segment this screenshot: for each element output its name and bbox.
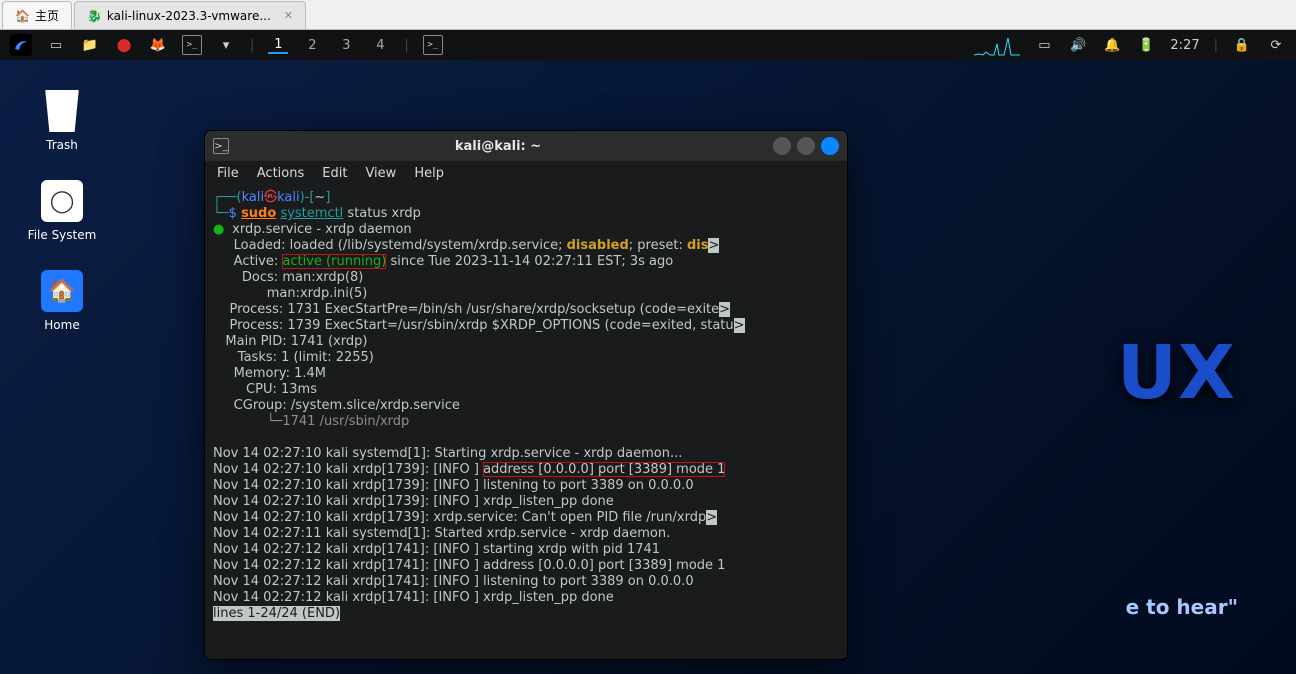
wallpaper-subtext: e to hear" [1126, 595, 1238, 619]
window-close-button[interactable] [821, 137, 839, 155]
loaded-val2: ; preset: [629, 238, 687, 253]
cmd-sudo: sudo [241, 206, 276, 221]
memory-line: Memory: 1.4M [213, 366, 326, 381]
log-2: Nov 14 02:27:10 kali xrdp[1739]: [INFO ]… [213, 478, 694, 493]
terminal-dropdown-icon[interactable]: ▾ [216, 35, 236, 55]
terminal-launcher-icon[interactable]: >_ [182, 35, 202, 55]
kali-desktop: ▭ 📁 ⬤ 🦊 >_ ▾ | 1 2 3 4 | >_ ▭ 🔊 🔔 🔋 2:27… [0, 30, 1296, 674]
workspace-4[interactable]: 4 [370, 38, 390, 53]
window-maximize-button[interactable] [797, 137, 815, 155]
loaded-disabled: disabled [567, 238, 629, 253]
file-manager-icon[interactable]: 📁 [80, 35, 100, 55]
log-1-highlight: address [0.0.0.0] port [3389] mode 1 [483, 462, 725, 477]
vmware-tab-kali[interactable]: 🐉 kali-linux-2023.3-vmware... ✕ [74, 1, 306, 29]
menu-help[interactable]: Help [414, 166, 444, 181]
terminal-menubar: File Actions Edit View Help [205, 161, 847, 186]
log-4: Nov 14 02:27:10 kali xrdp[1739]: xrdp.se… [213, 510, 706, 525]
firefox-icon[interactable]: 🦊 [148, 35, 168, 55]
status-dot: ● [213, 222, 224, 237]
terminal-window[interactable]: >_ kali@kali: ~ File Actions Edit View H… [204, 130, 848, 660]
terminal-body[interactable]: ┌──(kali㉿kali)-[~] └─$ sudo systemctl st… [205, 186, 847, 630]
log-5: Nov 14 02:27:11 kali systemd[1]: Started… [213, 526, 670, 541]
notifications-icon[interactable]: 🔔 [1102, 35, 1122, 55]
log-9: Nov 14 02:27:12 kali xrdp[1741]: [INFO ]… [213, 590, 614, 605]
vmware-tab-home[interactable]: 🏠 主页 [2, 1, 72, 29]
cpu-line: CPU: 13ms [213, 382, 317, 397]
panel-shortcut-1[interactable]: ▭ [46, 35, 66, 55]
panel-shortcut-red[interactable]: ⬤ [114, 35, 134, 55]
cgroup-child: └─1741 /usr/sbin/xrdp [213, 414, 409, 429]
workspace-1[interactable]: 1 [268, 37, 288, 54]
desktop-filesystem-label: File System [22, 228, 102, 242]
workspace-2[interactable]: 2 [302, 38, 322, 53]
docs-block: Docs: man:xrdp(8) man:xrdp.ini(5) [213, 270, 367, 301]
xfce-panel: ▭ 📁 ⬤ 🦊 >_ ▾ | 1 2 3 4 | >_ ▭ 🔊 🔔 🔋 2:27… [0, 30, 1296, 60]
log-8: Nov 14 02:27:12 kali xrdp[1741]: [INFO ]… [213, 574, 694, 589]
log-1a: Nov 14 02:27:10 kali xrdp[1739]: [INFO ] [213, 462, 483, 477]
prompt-sep: ㉿ [264, 190, 277, 205]
battery-icon[interactable]: 🔋 [1136, 35, 1156, 55]
home-folder-icon: 🏠 [41, 270, 83, 312]
disk-icon: ◯ [41, 180, 83, 222]
workspace-3[interactable]: 3 [336, 38, 356, 53]
trash-icon [41, 90, 83, 132]
vmware-tab-kali-label: kali-linux-2023.3-vmware... [107, 9, 271, 23]
running-terminal-icon[interactable]: >_ [423, 35, 443, 55]
menu-edit[interactable]: Edit [322, 166, 347, 181]
menu-view[interactable]: View [365, 166, 396, 181]
main-pid: Main PID: 1741 (xrdp) [213, 334, 367, 349]
desktop-home[interactable]: 🏠 Home [22, 270, 102, 332]
desktop-filesystem[interactable]: ◯ File System [22, 180, 102, 242]
process-1: Process: 1731 ExecStartPre=/bin/sh /usr/… [213, 302, 719, 317]
lock-icon[interactable]: 🔒 [1232, 35, 1252, 55]
desktop-home-label: Home [22, 318, 102, 332]
wallpaper-logo-text: UX [1117, 330, 1236, 416]
close-icon[interactable]: ✕ [284, 9, 293, 22]
unit-line: xrdp.service - xrdp daemon [232, 222, 412, 237]
terminal-app-icon: >_ [213, 138, 229, 154]
prompt-path: ~ [314, 190, 325, 205]
menu-actions[interactable]: Actions [257, 166, 305, 181]
terminal-titlebar[interactable]: >_ kali@kali: ~ [205, 131, 847, 161]
prompt-user: kali [242, 190, 265, 205]
active-label: Active: [213, 254, 278, 269]
menu-file[interactable]: File [217, 166, 239, 181]
screen-icon[interactable]: ▭ [1034, 35, 1054, 55]
cpu-graph [974, 34, 1020, 56]
volume-icon[interactable]: 🔊 [1068, 35, 1088, 55]
prompt-host: kali [277, 190, 300, 205]
log-3: Nov 14 02:27:10 kali xrdp[1739]: [INFO ]… [213, 494, 614, 509]
clock[interactable]: 2:27 [1170, 38, 1199, 53]
log-0: Nov 14 02:27:10 kali systemd[1]: Startin… [213, 446, 682, 461]
active-since: since Tue 2023-11-14 02:27:11 EST; 3s ag… [386, 254, 673, 269]
tasks-line: Tasks: 1 (limit: 2255) [213, 350, 374, 365]
terminal-title: kali@kali: ~ [229, 139, 767, 154]
loaded-label: Loaded: [213, 238, 285, 253]
kali-menu-button[interactable] [10, 34, 32, 56]
preset-val: dis [687, 238, 709, 253]
desktop-icons: Trash ◯ File System 🏠 Home [22, 90, 102, 360]
power-icon[interactable]: ⟳ [1266, 35, 1286, 55]
desktop-trash[interactable]: Trash [22, 90, 102, 152]
home-icon: 🏠 [15, 9, 30, 23]
active-running: active (running) [282, 254, 386, 269]
loaded-val1: loaded (/lib/systemd/system/xrdp.service… [285, 238, 566, 253]
window-minimize-button[interactable] [773, 137, 791, 155]
cgroup-line: CGroup: /system.slice/xrdp.service [213, 398, 460, 413]
kali-tab-icon: 🐉 [87, 9, 102, 23]
desktop-trash-label: Trash [22, 138, 102, 152]
vmware-tab-home-label: 主页 [35, 7, 59, 24]
process-2: Process: 1739 ExecStart=/usr/sbin/xrdp $… [213, 318, 734, 333]
log-7: Nov 14 02:27:12 kali xrdp[1741]: [INFO ]… [213, 558, 725, 573]
vmware-tabbar: 🏠 主页 🐉 kali-linux-2023.3-vmware... ✕ [0, 0, 1296, 30]
log-6: Nov 14 02:27:12 kali xrdp[1741]: [INFO ]… [213, 542, 660, 557]
pager-status: lines 1-24/24 (END) [213, 606, 340, 621]
